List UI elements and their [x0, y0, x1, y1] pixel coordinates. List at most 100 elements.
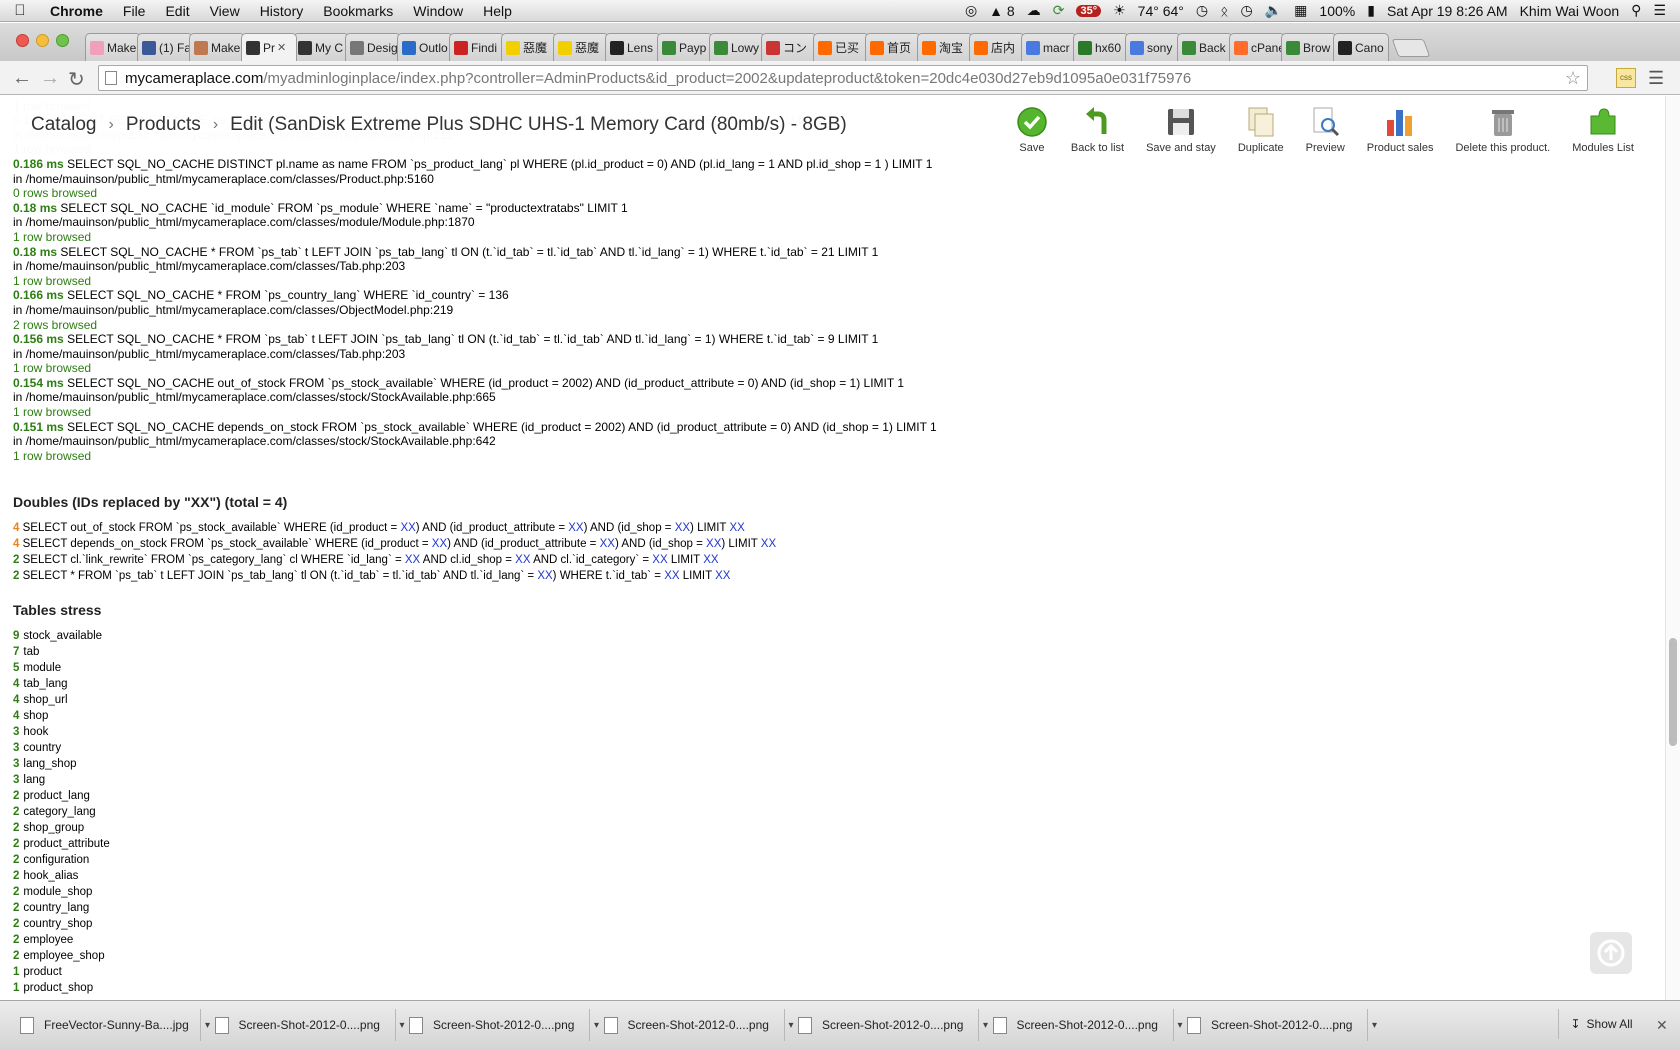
tab-favicon-icon	[974, 40, 988, 55]
browser-tab[interactable]: Desig	[345, 33, 401, 61]
save-and-stay-button[interactable]: Save and stay	[1146, 102, 1216, 154]
new-tab-button[interactable]	[1391, 39, 1431, 57]
zoom-window-icon[interactable]	[56, 34, 69, 47]
preview-button[interactable]: Preview	[1306, 102, 1345, 154]
menu-bookmarks[interactable]: Bookmarks	[313, 3, 403, 19]
placeholder-xx: XX	[404, 554, 421, 566]
volume-icon[interactable]: 🔈	[1265, 2, 1282, 19]
css-extension-icon[interactable]: css	[1616, 68, 1636, 88]
download-filename: Screen-Shot-2012-0....png	[433, 1018, 575, 1032]
download-item[interactable]: Screen-Shot-2012-0....png ▾	[203, 1009, 409, 1041]
modules-list-button[interactable]: Modules List	[1572, 102, 1634, 154]
clock[interactable]: Sat Apr 19 8:26 AM	[1387, 3, 1508, 19]
placeholder-xx: XX	[515, 554, 531, 566]
query-time: 0.186 ms	[13, 156, 64, 171]
bluetooth-icon[interactable]: ᛟ	[1220, 3, 1228, 19]
breadcrumb-item[interactable]: Catalog	[31, 114, 97, 136]
browser-tab[interactable]: Back	[1177, 33, 1233, 61]
user-name[interactable]: Khim Wai Woon	[1520, 3, 1620, 19]
browser-tab[interactable]: Lens	[605, 33, 661, 61]
browser-tab[interactable]: Findi	[449, 33, 505, 61]
bookmark-star-icon[interactable]: ☆	[1565, 68, 1581, 89]
breadcrumb-item[interactable]: Products	[126, 114, 201, 136]
query-entry: 0.154 ms SELECT SQL_NO_CACHE out_of_stoc…	[13, 376, 1653, 420]
download-item[interactable]: Screen-Shot-2012-0....png ▾	[786, 1009, 992, 1041]
close-window-icon[interactable]	[16, 34, 29, 47]
browser-tab[interactable]: cPane	[1229, 33, 1285, 61]
scrollbar-thumb[interactable]	[1669, 638, 1677, 746]
back-icon[interactable]: ←	[12, 67, 32, 90]
battery-text[interactable]: 100%	[1319, 3, 1355, 19]
browser-tab[interactable]: Outlo	[397, 33, 453, 61]
dropdown-arrow-icon[interactable]: ▾	[1367, 1009, 1381, 1041]
query-file: in /home/mauinson/public_html/mycamerapl…	[13, 171, 434, 186]
browser-tab[interactable]: Payp	[657, 33, 713, 61]
notification-icon[interactable]: ☰	[1653, 2, 1666, 19]
show-all-downloads-button[interactable]: ↧ Show All	[1558, 1009, 1644, 1039]
vertical-scrollbar[interactable]	[1665, 96, 1680, 1000]
skype-icon[interactable]: ◎	[965, 2, 977, 19]
query-time: 0.166 ms	[13, 288, 64, 303]
sync-icon[interactable]: ⟳	[1053, 2, 1065, 19]
adobe-icon[interactable]: ▲ 8	[989, 3, 1015, 19]
cloud-icon[interactable]: ☁	[1027, 2, 1041, 19]
weather-text[interactable]: 74° 64°	[1138, 3, 1184, 19]
menu-app[interactable]: Chrome	[40, 3, 113, 19]
menu-window[interactable]: Window	[403, 3, 473, 19]
browser-tab[interactable]: 店内	[969, 33, 1025, 61]
browser-tab[interactable]: sony	[1125, 33, 1181, 61]
browser-tab[interactable]: 已买	[813, 33, 869, 61]
weather-icon[interactable]: ☀	[1113, 2, 1126, 19]
chrome-menu-icon[interactable]: ☰	[1648, 68, 1668, 88]
download-item[interactable]: Screen-Shot-2012-0....png ▾	[397, 1009, 603, 1041]
browser-tab[interactable]: My C	[293, 33, 349, 61]
browser-tab[interactable]: Make	[85, 33, 141, 61]
query-entry: 0.166 ms SELECT SQL_NO_CACHE * FROM `ps_…	[13, 288, 1653, 332]
download-item[interactable]: Screen-Shot-2012-0....png ▾	[1175, 1009, 1381, 1041]
save-button[interactable]: Save	[1015, 102, 1049, 154]
query-time: 0.151 ms	[13, 419, 64, 434]
menu-history[interactable]: History	[250, 3, 314, 19]
reload-icon[interactable]: ↻	[68, 67, 85, 92]
browser-tab[interactable]: コン	[761, 33, 817, 61]
browser-tab[interactable]: Make	[189, 33, 245, 61]
browser-tab[interactable]: Pr ✕	[241, 33, 297, 61]
sql-fragment: SELECT out_of_stock FROM `ps_stock_avail…	[22, 522, 401, 534]
browser-tab[interactable]: Cano	[1333, 33, 1389, 61]
browser-tab[interactable]: 惡魔	[553, 33, 609, 61]
back-to-list-button[interactable]: Back to list	[1071, 102, 1124, 154]
input-icon[interactable]: ▦	[1294, 2, 1307, 19]
duplicate-button[interactable]: Duplicate	[1238, 102, 1284, 154]
minimize-window-icon[interactable]	[36, 34, 49, 47]
stress-count: 4	[13, 694, 20, 706]
time-machine-icon[interactable]: ◷	[1196, 2, 1208, 19]
browser-tab[interactable]: 淘宝	[917, 33, 973, 61]
menu-view[interactable]: View	[200, 3, 250, 19]
browser-tab[interactable]: 惡魔	[501, 33, 557, 61]
browser-tab[interactable]: (1) Fa	[137, 33, 193, 61]
delete-this-product-button[interactable]: Delete this product.	[1455, 102, 1550, 154]
menu-edit[interactable]: Edit	[155, 3, 199, 19]
stress-count: 2	[13, 886, 20, 898]
battery-icon[interactable]: ▮	[1367, 2, 1375, 19]
menu-help[interactable]: Help	[473, 3, 522, 19]
browser-tab[interactable]: 首页	[865, 33, 921, 61]
scroll-to-top-button[interactable]	[1590, 932, 1632, 974]
close-downloads-icon[interactable]: ✕	[1656, 1017, 1668, 1034]
browser-tab[interactable]: Brow	[1281, 33, 1337, 61]
spotlight-icon[interactable]: ⚲	[1631, 2, 1641, 19]
temperature-badge[interactable]: 35°	[1076, 4, 1102, 17]
apple-icon[interactable]: 	[0, 2, 40, 19]
forward-icon[interactable]: →	[40, 67, 60, 90]
download-item[interactable]: FreeVector-Sunny-Ba....jpg ▾	[8, 1009, 214, 1041]
wifi-icon[interactable]: ◷	[1241, 2, 1253, 19]
download-item[interactable]: Screen-Shot-2012-0....png ▾	[592, 1009, 798, 1041]
tab-close-icon[interactable]: ✕	[277, 41, 286, 54]
product-sales-button[interactable]: Product sales	[1367, 102, 1433, 154]
menu-file[interactable]: File	[113, 3, 156, 19]
download-item[interactable]: Screen-Shot-2012-0....png ▾	[981, 1009, 1187, 1041]
browser-tab[interactable]: hx60	[1073, 33, 1129, 61]
browser-tab[interactable]: macr	[1021, 33, 1077, 61]
address-bar[interactable]: mycameraplace.com/myadminloginplace/inde…	[98, 65, 1588, 91]
browser-tab[interactable]: Lowy	[709, 33, 765, 61]
